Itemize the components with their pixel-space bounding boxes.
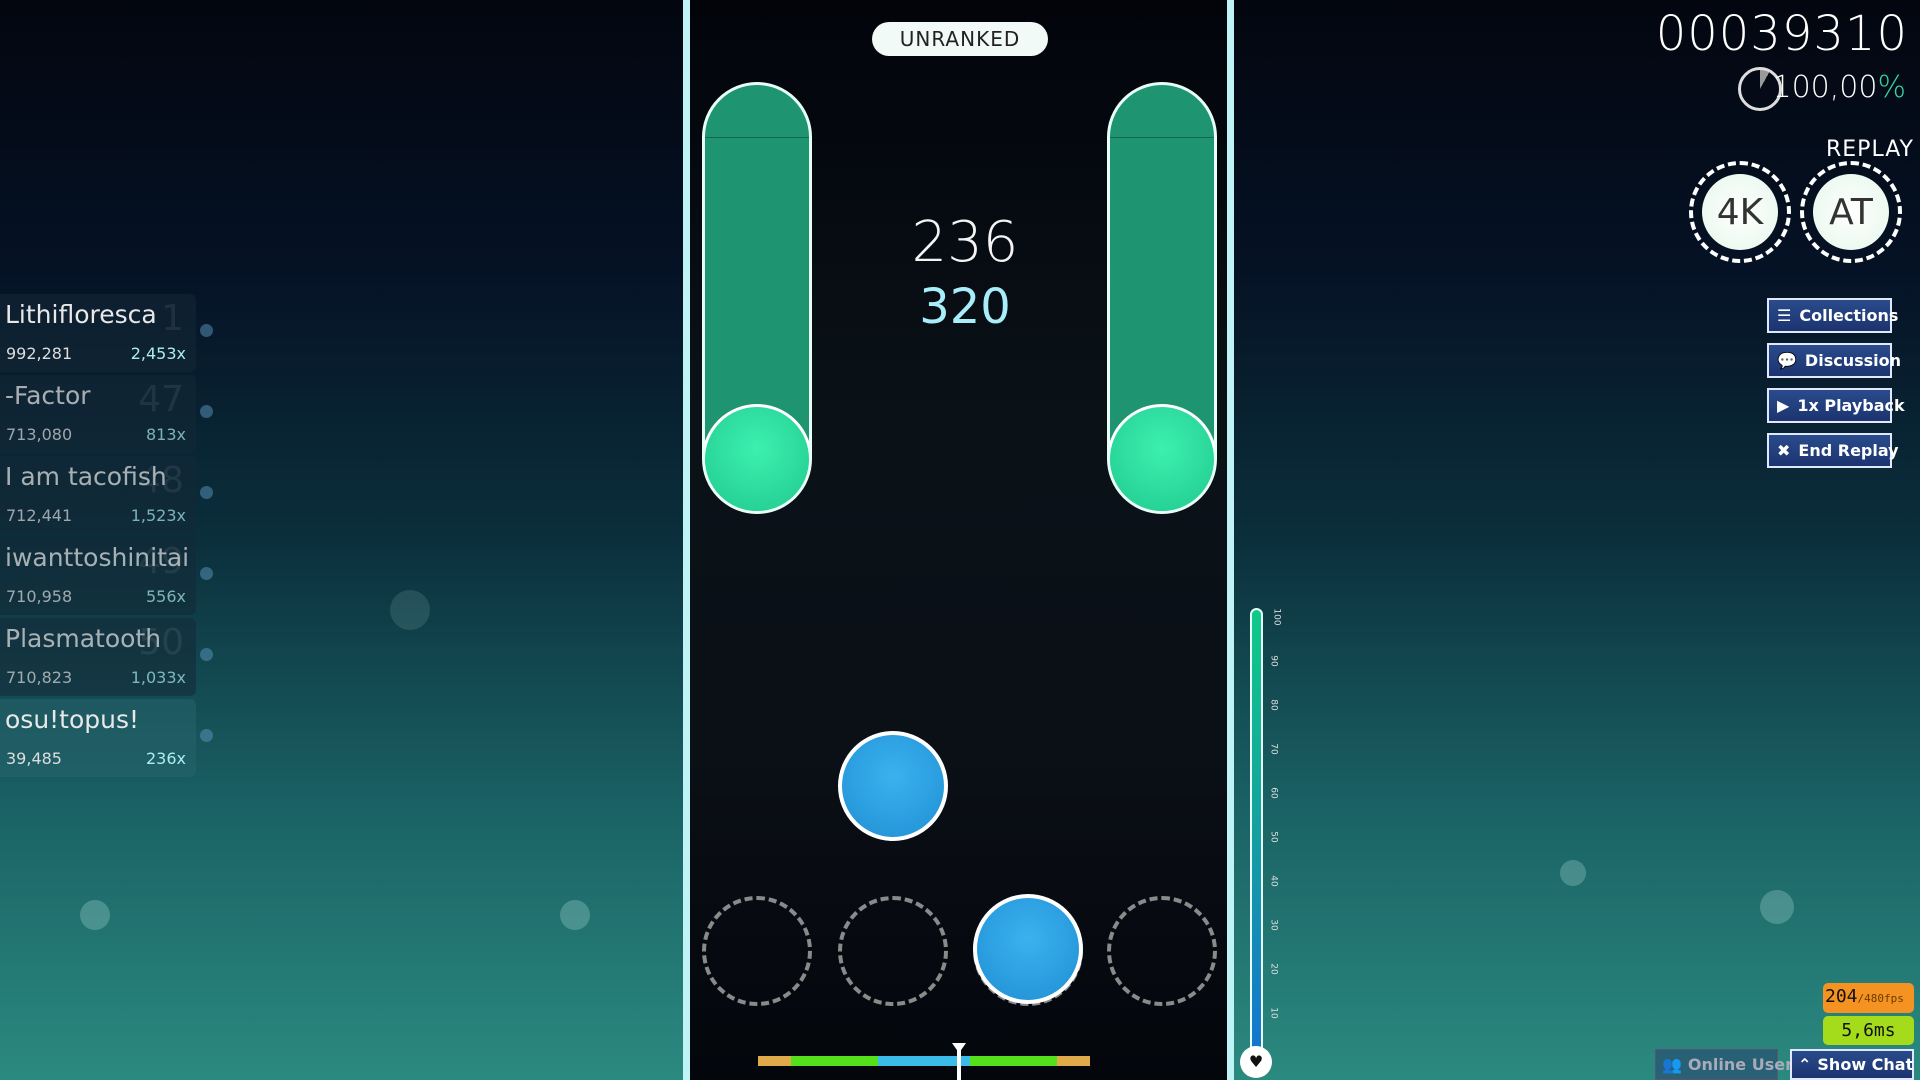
- button-label: Collections: [1799, 306, 1899, 325]
- button-label: Show Chat: [1817, 1055, 1914, 1074]
- close-icon: ✖: [1777, 441, 1791, 460]
- health-tick-label: 80: [1268, 699, 1279, 711]
- player-name: I am tacofish: [5, 462, 167, 491]
- playback-speed-button[interactable]: ▶ 1x Playback: [1767, 388, 1905, 423]
- hold-note-lane-4: [1107, 82, 1217, 514]
- frametime-counter: 5,6ms: [1823, 1016, 1914, 1045]
- fps-counter: 204/480fps: [1823, 983, 1914, 1013]
- background-bokeh: [1560, 860, 1586, 886]
- replay-label: REPLAY: [1826, 137, 1914, 162]
- receptor-lane-1: [702, 896, 812, 1006]
- leaderboard-dot-icon: [200, 567, 213, 580]
- leaderboard-dot-icon: [200, 729, 213, 742]
- accuracy-display: 100,00%: [1773, 70, 1907, 105]
- player-combo: 2,453x: [130, 344, 186, 363]
- list-icon: ☰: [1777, 306, 1792, 325]
- hit-error-bar: [758, 1056, 1090, 1066]
- background-bokeh: [390, 590, 430, 630]
- hold-note-head: [1110, 404, 1214, 511]
- background-bokeh: [1760, 890, 1794, 924]
- button-label: End Replay: [1798, 441, 1899, 460]
- player-name: -Factor: [5, 381, 91, 410]
- hold-note-lane-1: [702, 82, 812, 514]
- chevron-up-icon: ⌃: [1798, 1055, 1812, 1074]
- player-score: 710,823: [6, 668, 73, 687]
- mod-autoplay-icon: AT: [1800, 161, 1902, 263]
- health-tick-label: 20: [1268, 963, 1279, 975]
- background-bokeh: [80, 900, 110, 930]
- discussion-button[interactable]: 💬 Discussion: [1767, 343, 1901, 378]
- accuracy-value: 100,00: [1772, 70, 1878, 105]
- note-lane-2: [838, 731, 948, 841]
- combo-counter: 236: [911, 210, 1019, 275]
- hit-window-100: [790, 1056, 878, 1066]
- player-score: 39,485: [6, 749, 62, 768]
- leaderboard-rank: 47: [138, 379, 184, 420]
- hit-error-arrow-icon: [952, 1043, 966, 1053]
- button-label: 1x Playback: [1797, 396, 1905, 415]
- health-tick-label: 100: [1271, 608, 1282, 626]
- player-score: 712,441: [6, 506, 73, 525]
- player-score: 713,080: [6, 425, 73, 444]
- player-name: iwanttoshinitai: [5, 543, 190, 572]
- button-label: Discussion: [1804, 351, 1901, 370]
- end-replay-button[interactable]: ✖ End Replay: [1767, 433, 1899, 468]
- health-tick-label: 50: [1268, 831, 1279, 843]
- fps-value: 204: [1825, 986, 1858, 1007]
- note-lane-3-pressed: [973, 894, 1083, 1004]
- hold-note-head: [705, 404, 809, 511]
- leaderboard-entry: 1 Lithifloresca 992,281 2,453x: [0, 294, 196, 372]
- player-combo: 236x: [145, 749, 186, 768]
- accuracy-unit: %: [1877, 70, 1906, 105]
- online-users-button[interactable]: 👥 Online Users: [1655, 1049, 1802, 1080]
- leaderboard-entry: 48 I am tacofish 712,441 1,523x: [0, 456, 196, 534]
- mod-4k-icon: 4K: [1689, 161, 1791, 263]
- mod-label: 4K: [1702, 174, 1778, 250]
- leaderboard-entry: 50 Plasmatooth 710,823 1,033x: [0, 618, 196, 696]
- fps-limit: /480fps: [1857, 992, 1904, 1005]
- chat-bubbles-icon: 💬: [1777, 351, 1797, 370]
- button-label: Online Users: [1687, 1055, 1803, 1074]
- receptor-lane-2: [838, 896, 948, 1006]
- hit-window-50: [1057, 1056, 1090, 1066]
- health-tick-label: 90: [1268, 655, 1279, 667]
- collections-button[interactable]: ☰ Collections: [1767, 298, 1898, 333]
- heart-icon: ♥: [1240, 1046, 1272, 1078]
- leaderboard-entry: osu!topus! 39,485 236x: [0, 699, 196, 777]
- users-icon: 👥: [1662, 1055, 1682, 1074]
- health-tick-label: 10: [1268, 1007, 1279, 1019]
- hit-window-50: [758, 1056, 791, 1066]
- hit-window-100: [970, 1056, 1058, 1066]
- leaderboard-dot-icon: [200, 405, 213, 418]
- player-combo: 1,033x: [130, 668, 186, 687]
- leaderboard-entry: 47 -Factor 713,080 813x: [0, 375, 196, 453]
- health-tick-label: 30: [1268, 919, 1279, 931]
- leaderboard-dot-icon: [200, 648, 213, 661]
- show-chat-button[interactable]: ⌃ Show Chat: [1790, 1049, 1914, 1080]
- player-name: Lithifloresca: [5, 300, 157, 329]
- player-combo: 1,523x: [130, 506, 186, 525]
- judgement-text: 320: [919, 279, 1011, 335]
- background-bokeh: [560, 900, 590, 930]
- leaderboard-dot-icon: [200, 486, 213, 499]
- mod-label: AT: [1813, 174, 1889, 250]
- unranked-badge: UNRANKED: [872, 22, 1048, 56]
- health-bar: [1250, 608, 1263, 1053]
- receptor-lane-4: [1107, 896, 1217, 1006]
- leaderboard-rank: 1: [161, 298, 184, 339]
- play-icon: ▶: [1777, 396, 1790, 415]
- leaderboard-entry: 49 iwanttoshinitai 710,958 556x: [0, 537, 196, 615]
- player-score: 710,958: [6, 587, 73, 606]
- player-combo: 556x: [145, 587, 186, 606]
- health-tick-label: 60: [1268, 787, 1279, 799]
- health-tick-label: 40: [1268, 875, 1279, 887]
- leaderboard-dot-icon: [200, 324, 213, 337]
- player-score: 992,281: [6, 344, 73, 363]
- player-name: osu!topus!: [5, 705, 140, 734]
- player-name: Plasmatooth: [5, 624, 162, 653]
- score-display: 00039310: [1655, 6, 1908, 62]
- player-combo: 813x: [145, 425, 186, 444]
- health-tick-label: 70: [1268, 743, 1279, 755]
